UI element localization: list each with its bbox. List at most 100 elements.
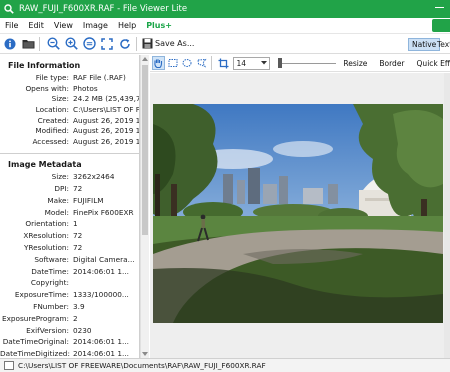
info-row-value: 1 — [73, 219, 78, 229]
info-row: DateTimeDigitized: 2014:06:01 1... — [0, 348, 139, 358]
info-row-value: 2014:06:01 1... — [73, 349, 129, 358]
zoom-level-value: 14 — [236, 58, 246, 68]
image-file-icon — [4, 361, 14, 370]
info-row-value: 72 — [73, 231, 83, 241]
info-row: ExposureTime: 1333/100000... — [0, 289, 139, 301]
info-row: Modified: August 26, 2019 1:21 ... — [0, 125, 139, 136]
info-row: Created: August 26, 2019 1:21 ... — [0, 115, 139, 126]
zoom-slider-track — [277, 63, 336, 64]
rect-select-icon[interactable] — [167, 56, 179, 70]
info-row-label: Accessed: — [32, 136, 69, 146]
scroll-down-arrow-icon[interactable] — [142, 352, 148, 356]
info-row: Opens with: Photos — [0, 83, 139, 94]
info-row-value: 3262x2464 — [73, 172, 115, 182]
menu-edit[interactable]: Edit — [23, 21, 49, 30]
info-row: FNumber: 3.9 — [0, 301, 139, 313]
info-row: Size: 24.2 MB (25,439,728 ... — [0, 93, 139, 104]
viewer-toolbar-separator — [211, 56, 212, 70]
info-row-label: Make: — [47, 195, 69, 205]
info-row: Size: 3262x2464 — [0, 171, 139, 183]
info-row-label: Location: — [35, 104, 69, 114]
info-row-value: FUJIFILM — [73, 195, 104, 205]
zoom-slider[interactable] — [277, 57, 336, 69]
info-row: ExifVersion: 0230 — [0, 324, 139, 336]
info-row-label: DPI: — [54, 184, 69, 193]
info-row: Accessed: August 26, 2019 1:21 ... — [0, 136, 139, 147]
quick-effects-button[interactable]: Quick Eff — [417, 59, 450, 68]
toolbar-separator — [39, 36, 40, 51]
viewer-scrollbar[interactable] — [444, 73, 450, 358]
info-row-label: FNumber: — [33, 301, 69, 311]
info-row-label: Size: — [51, 94, 69, 104]
info-row: Model: FinePix F600EXR — [0, 206, 139, 218]
info-row-label: DateTimeOriginal: — [2, 337, 69, 347]
minimize-button[interactable] — [435, 7, 444, 8]
zoom-level-select[interactable]: 14 — [233, 56, 270, 70]
zoom-slider-knob[interactable] — [277, 58, 282, 68]
info-row: YResolution: 72 — [0, 242, 139, 254]
info-row-label: Model: — [44, 207, 69, 217]
info-row-value: Digital Camera... — [73, 254, 135, 264]
open-folder-icon[interactable] — [20, 36, 36, 52]
save-as-label: Save As... — [155, 39, 195, 48]
info-row-value: 72 — [73, 242, 83, 252]
image-viewer[interactable] — [150, 73, 450, 358]
refresh-icon[interactable] — [117, 36, 133, 52]
main-toolbar: Save As... Native Text — [0, 34, 450, 54]
save-as-button[interactable]: Save As... — [142, 38, 194, 49]
lasso-select-icon[interactable] — [196, 56, 208, 70]
ellipse-select-icon[interactable] — [181, 56, 193, 70]
info-row-value: 2014:06:01 1... — [73, 266, 129, 276]
file-info-panel: File Information File type: RAF File (.RA… — [0, 55, 140, 358]
info-row: Software: Digital Camera... — [0, 253, 139, 265]
info-row-value: August 26, 2019 1:21 ... — [73, 136, 139, 146]
info-row: Make: FUJIFILM — [0, 194, 139, 206]
tab-native[interactable]: Native — [408, 38, 441, 51]
info-row-label: Copyright: — [30, 278, 69, 288]
info-row: Orientation: 1 — [0, 218, 139, 230]
info-row-value: FinePix F600EXR — [73, 207, 134, 217]
scroll-thumb[interactable] — [142, 65, 148, 235]
info-row-value: 72 — [73, 184, 83, 193]
upgrade-button[interactable] — [432, 19, 450, 32]
toolbar-separator — [136, 36, 137, 51]
zoom-out-icon[interactable] — [45, 36, 61, 52]
menu-image[interactable]: Image — [78, 21, 113, 30]
info-row-value: 1333/100000... — [73, 290, 129, 300]
info-row: DateTime: 2014:06:01 1... — [0, 265, 139, 277]
info-row-label: File type: — [35, 72, 69, 82]
info-row-value: Photos — [73, 83, 98, 93]
info-row-label: ExifVersion: — [26, 325, 69, 335]
file-information-list: File type: RAF File (.RAF) Opens with: Phot… — [0, 72, 139, 147]
zoom-fit-icon[interactable] — [81, 36, 97, 52]
info-row-label: ExposureTime: — [14, 290, 69, 300]
info-row-label: Software: — [34, 254, 69, 264]
info-row-label: ExposureProgram: — [1, 313, 69, 323]
tab-text[interactable]: Text — [437, 38, 450, 51]
file-information-heading: File Information — [8, 61, 81, 70]
scroll-up-arrow-icon[interactable] — [142, 57, 148, 61]
menu-help[interactable]: Help — [113, 21, 141, 30]
info-row: Copyright: — [0, 277, 139, 289]
status-bar: C:\Users\LIST OF FREEWARE\Documents\RAF\… — [0, 358, 450, 372]
image-metadata-list: Size: 3262x2464 DPI: 72 Make: FUJIFILM Model: F… — [0, 171, 139, 358]
info-row-value: C:\Users\LIST OF FRE... — [73, 104, 139, 114]
fullscreen-icon[interactable] — [99, 36, 115, 52]
hand-tool-icon[interactable] — [152, 56, 165, 70]
info-icon[interactable] — [2, 36, 18, 52]
menu-file[interactable]: File — [0, 21, 23, 30]
menu-view[interactable]: View — [49, 21, 78, 30]
info-row: DPI: 72 — [0, 183, 139, 195]
info-row-value: August 26, 2019 1:21 ... — [73, 126, 139, 136]
panel-scrollbar[interactable] — [140, 55, 149, 358]
info-row-value: 24.2 MB (25,439,728 ... — [73, 94, 139, 104]
border-button[interactable]: Border — [379, 59, 404, 68]
resize-button[interactable]: Resize — [343, 59, 367, 68]
info-row: Location: C:\Users\LIST OF FRE... — [0, 104, 139, 115]
crop-icon[interactable] — [217, 56, 229, 70]
zoom-in-icon[interactable] — [63, 36, 79, 52]
info-row: XResolution: 72 — [0, 230, 139, 242]
info-row-value: 0230 — [73, 325, 92, 335]
status-file-path: C:\Users\LIST OF FREEWARE\Documents\RAF\… — [18, 361, 266, 370]
menu-plus[interactable]: Plus+ — [141, 21, 177, 30]
